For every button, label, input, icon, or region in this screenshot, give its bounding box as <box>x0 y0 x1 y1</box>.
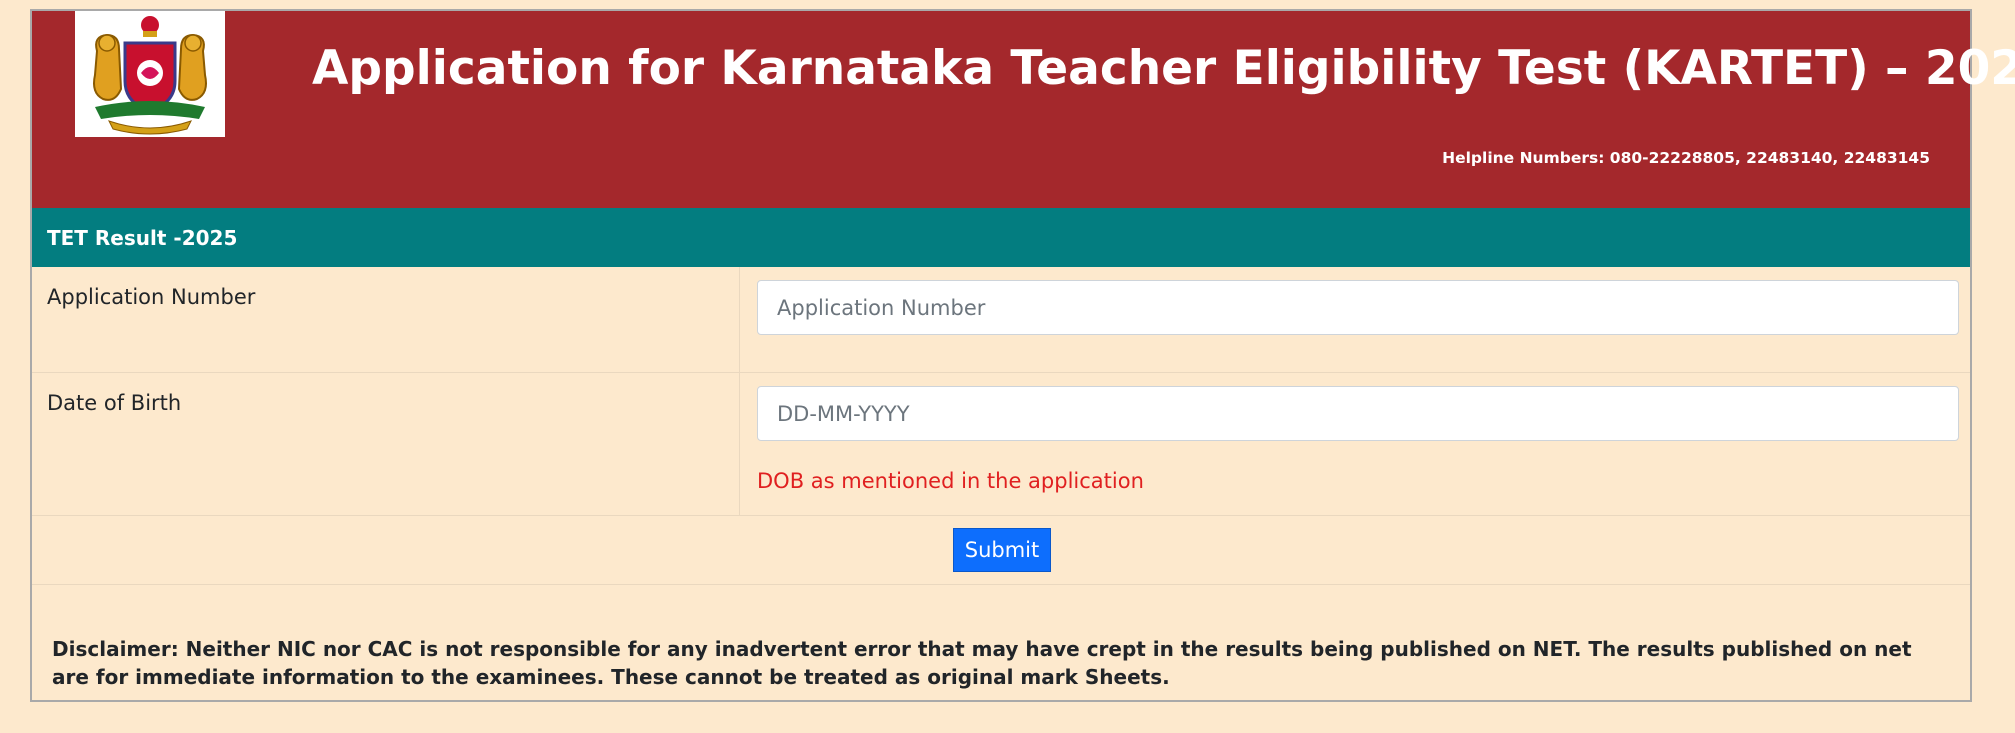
page-header: Application for Karnataka Teacher Eligib… <box>32 11 2015 208</box>
karnataka-emblem-icon <box>75 11 225 137</box>
date-of-birth-input[interactable] <box>757 386 1959 441</box>
application-number-label-cell: Application Number <box>32 267 740 372</box>
date-of-birth-label: Date of Birth <box>47 391 182 415</box>
helpline-numbers: Helpline Numbers: 080-22228805, 22483140… <box>1442 149 1930 167</box>
submit-button[interactable]: Submit <box>953 528 1051 572</box>
dob-hint-text: DOB as mentioned in the application <box>757 469 1144 493</box>
section-title: TET Result -2025 <box>47 226 238 250</box>
application-number-input[interactable] <box>757 280 1959 335</box>
application-number-row: Application Number <box>32 267 1970 373</box>
page-frame: Application for Karnataka Teacher Eligib… <box>30 9 2015 702</box>
disclaimer-text: Disclaimer: Neither NIC nor CAC is not r… <box>52 637 1912 689</box>
application-number-label: Application Number <box>47 285 256 309</box>
page-title: Application for Karnataka Teacher Eligib… <box>312 41 2015 96</box>
date-of-birth-row: Date of Birth DOB as mentioned in the ap… <box>32 373 1970 516</box>
section-header: TET Result -2025 <box>32 208 1970 267</box>
submit-row: Submit <box>32 516 1970 585</box>
date-of-birth-label-cell: Date of Birth <box>32 373 740 515</box>
